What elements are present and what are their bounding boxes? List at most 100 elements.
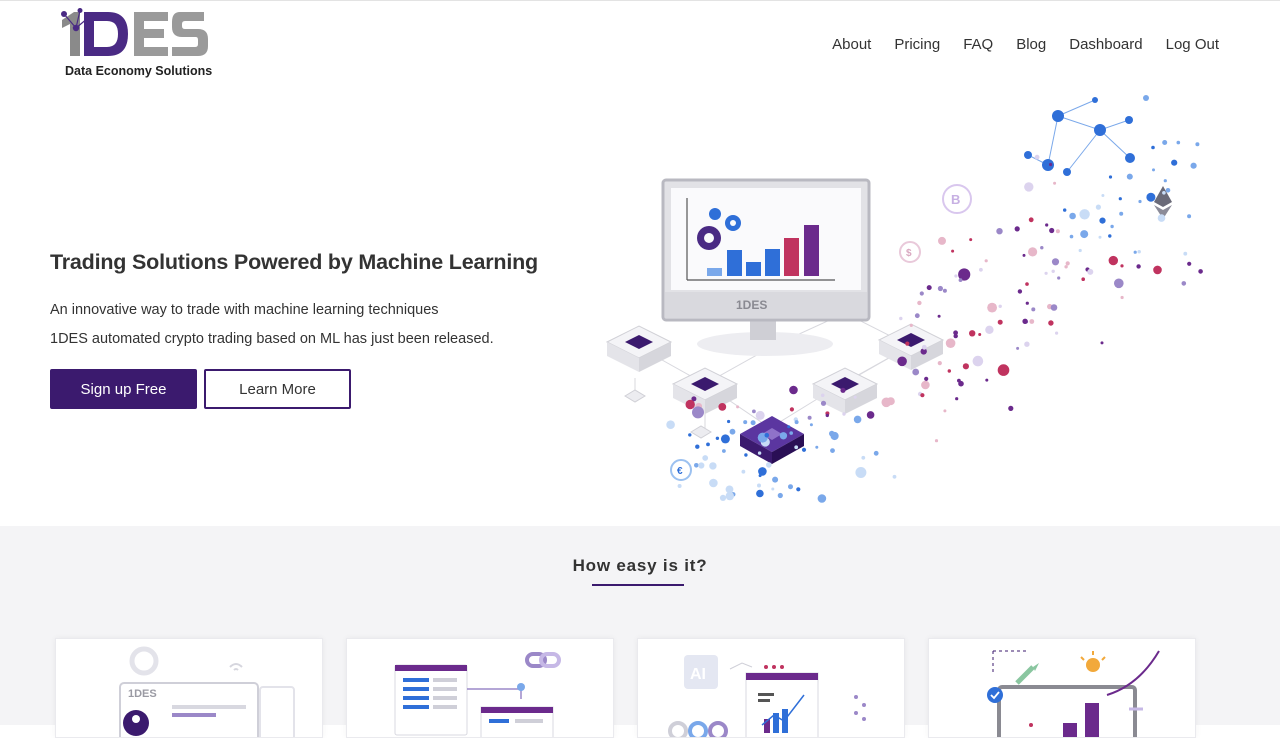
particle-dot: [1069, 234, 1074, 239]
particle-dot: [779, 432, 788, 440]
network-graph: [1027, 99, 1131, 173]
step-card-1[interactable]: 1DES: [55, 638, 323, 738]
step-card-4[interactable]: [928, 638, 1196, 738]
particle-dot: [1151, 145, 1155, 150]
particle-dot: [755, 410, 765, 420]
particle-dot: [1079, 209, 1090, 220]
particle-dot: [750, 420, 756, 426]
particle-dot: [817, 494, 827, 503]
particle-dot: [987, 302, 997, 313]
particle-dot: [1065, 261, 1070, 266]
particle-dot: [796, 487, 801, 492]
particle-dot: [1078, 248, 1082, 253]
particle-dot: [666, 420, 675, 430]
particle-dot: [1143, 95, 1149, 101]
hero-illustration: 1DES B $ €: [595, 88, 1215, 518]
nav-about[interactable]: About: [832, 36, 871, 53]
particle-dot: [741, 469, 746, 474]
particle-dot: [997, 319, 1003, 325]
particle-dot: [1125, 116, 1133, 124]
particle-dot: [789, 407, 794, 412]
particle-dot: [954, 274, 958, 278]
particle-dot: [926, 285, 932, 291]
particle-dot: [1187, 214, 1192, 219]
particle-dot: [820, 393, 825, 398]
particle-dot: [1095, 204, 1101, 210]
particle-dot: [729, 428, 736, 435]
particle-dot: [1025, 301, 1029, 305]
particle-dot: [905, 341, 910, 346]
particle-dot: [1198, 269, 1203, 274]
particle-dot: [1050, 304, 1058, 311]
particle-dot: [842, 412, 846, 416]
particle-dot: [764, 432, 770, 438]
how-easy-section: How easy is it? 1DES AI: [0, 526, 1280, 738]
particle-dot: [921, 344, 927, 350]
step-card-3[interactable]: AI: [637, 638, 905, 738]
particle-dot: [794, 420, 799, 425]
particle-dot: [1171, 159, 1178, 166]
nav-faq[interactable]: FAQ: [963, 36, 993, 53]
particle-dot: [1153, 265, 1162, 275]
particle-dot: [953, 333, 958, 339]
particle-dot: [720, 434, 730, 444]
particle-dot: [1053, 181, 1057, 185]
particle-dot: [914, 313, 920, 319]
step-card-2[interactable]: [346, 638, 614, 738]
particle-dot: [771, 487, 775, 491]
particle-dot: [702, 455, 709, 461]
particle-dot: [794, 445, 799, 450]
section-title: How easy is it?: [572, 556, 708, 575]
particle-dot: [958, 278, 963, 282]
particle-dot: [1031, 307, 1036, 312]
particle-dot: [1055, 229, 1060, 234]
signup-button[interactable]: Sign up Free: [50, 369, 197, 409]
particle-dot: [921, 380, 930, 390]
particle-dot: [1119, 211, 1124, 216]
particle-dot: [820, 400, 827, 406]
particle-dot: [985, 325, 994, 334]
particle-dot: [899, 316, 903, 321]
svg-text:€: €: [677, 466, 683, 477]
particle-dot: [997, 364, 1010, 376]
particle-dot: [962, 363, 969, 370]
particle-dot: [677, 484, 682, 488]
particle-dot: [807, 415, 812, 420]
particle-dot: [958, 380, 964, 387]
particle-dot: [912, 368, 920, 376]
section-title-underline: [592, 584, 684, 586]
particle-dot: [758, 467, 767, 476]
logo-mark: [61, 8, 208, 56]
svg-text:1DES: 1DES: [736, 298, 767, 312]
nav-dashboard[interactable]: Dashboard: [1069, 36, 1142, 53]
particle-dot: [969, 330, 976, 337]
nav-pricing[interactable]: Pricing: [894, 36, 940, 53]
particle-dot: [801, 447, 807, 452]
particle-dot: [744, 453, 748, 457]
particle-dot: [1118, 197, 1122, 201]
particle-dot: [853, 395, 857, 399]
particle-dot: [685, 399, 695, 410]
particle-dot: [688, 433, 692, 437]
particle-dot: [692, 406, 704, 419]
particle-dot: [1022, 253, 1026, 257]
site-logo[interactable]: Data Economy Solutions: [58, 8, 218, 83]
learn-more-button[interactable]: Learn More: [204, 369, 351, 409]
particle-dot: [1162, 191, 1166, 195]
particle-dot: [1049, 162, 1053, 167]
particle-dot: [1190, 162, 1197, 169]
nav-logout[interactable]: Log Out: [1166, 36, 1219, 53]
particle-dot: [998, 304, 1002, 308]
particle-dot: [757, 451, 762, 455]
particle-dot: [937, 285, 943, 292]
svg-text:$: $: [906, 248, 912, 259]
particle-dot: [789, 431, 793, 435]
nav-blog[interactable]: Blog: [1016, 36, 1046, 53]
particle-dot: [815, 445, 819, 449]
particle-dot: [1042, 159, 1054, 171]
particle-dot: [743, 420, 748, 425]
particle-dot: [1138, 199, 1142, 204]
particle-dot: [1187, 261, 1192, 266]
growth-rocket-icon: [987, 650, 1160, 737]
particle-dot: [1183, 251, 1188, 256]
